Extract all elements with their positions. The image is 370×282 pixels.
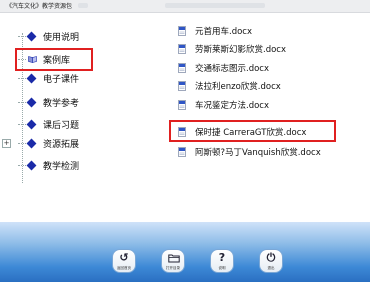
- back-home-button[interactable]: ↺ 返回首页: [112, 249, 136, 273]
- tree-item-label: 课后习题: [43, 120, 80, 131]
- tree-item-usage[interactable]: 使用说明: [18, 28, 79, 44]
- file-name: 劳斯莱斯幻影欣赏.docx: [195, 45, 287, 55]
- file-item[interactable]: 劳斯莱斯幻影欣赏.docx: [178, 42, 286, 56]
- word-document-icon: [178, 44, 186, 54]
- word-document-icon: [178, 26, 186, 36]
- tree-item-teaching-test[interactable]: 教学检测: [18, 157, 79, 173]
- tree-item-e-courseware[interactable]: 电子课件: [18, 70, 79, 86]
- title-bar: 《汽车文化》教学资源包: [0, 0, 370, 13]
- tree-item-label: 使用说明: [43, 32, 80, 43]
- window-title: 《汽车文化》教学资源包: [6, 3, 73, 10]
- diamond-bullet-icon: [26, 73, 37, 83]
- file-item[interactable]: 交通标志图示.docx: [178, 61, 269, 75]
- question-icon: ?: [218, 251, 226, 264]
- bottom-toolbar: ↺ 返回首页 打开目录 ? 说明 ⏻ 退出: [0, 222, 370, 282]
- diamond-bullet-icon: [26, 97, 37, 107]
- selection-highlight: [15, 48, 93, 71]
- button-caption: 打开目录: [166, 266, 180, 270]
- tree-item-label: 资源拓展: [43, 139, 80, 150]
- diamond-bullet-icon: [26, 119, 37, 129]
- file-item[interactable]: 阿斯顿?马丁Vanquish欣赏.docx: [178, 145, 321, 159]
- title-decoration: [165, 3, 265, 8]
- button-caption: 返回首页: [117, 266, 131, 270]
- diamond-bullet-icon: [26, 31, 37, 41]
- tree-item-label: 电子课件: [43, 74, 80, 85]
- diamond-bullet-icon: [26, 160, 37, 170]
- button-caption: 退出: [267, 266, 275, 270]
- file-name: 交通标志图示.docx: [195, 64, 270, 74]
- file-item[interactable]: 车况鉴定方法.docx: [178, 98, 269, 112]
- tree-item-exercises[interactable]: 课后习题: [18, 116, 79, 132]
- folder-icon: [168, 254, 180, 263]
- file-name: 法拉利enzo欣赏.docx: [195, 82, 281, 92]
- tree-item-label: 教学检测: [43, 161, 80, 172]
- button-caption: 说明: [218, 266, 226, 270]
- file-item[interactable]: 元首用车.docx: [178, 24, 252, 38]
- help-button[interactable]: ? 说明: [210, 249, 234, 273]
- open-folder-button[interactable]: 打开目录: [161, 249, 185, 273]
- selection-highlight: [169, 120, 336, 142]
- tree-item-resource-extension[interactable]: 资源拓展: [18, 135, 79, 151]
- file-item[interactable]: 法拉利enzo欣赏.docx: [178, 79, 281, 93]
- file-name: 元首用车.docx: [195, 27, 253, 37]
- word-document-icon: [178, 147, 186, 157]
- exit-button[interactable]: ⏻ 退出: [259, 249, 283, 273]
- word-document-icon: [178, 63, 186, 73]
- file-name: 阿斯顿?马丁Vanquish欣赏.docx: [195, 148, 321, 158]
- refresh-back-icon: ↺: [119, 251, 129, 264]
- word-document-icon: [178, 100, 186, 110]
- tree-item-teaching-reference[interactable]: 教学参考: [18, 94, 79, 110]
- category-tree: 使用说明 案例库 电子课件 教学参考 课后习题 + 资源拓展 教学检测: [0, 18, 160, 188]
- tree-item-label: 教学参考: [43, 98, 80, 109]
- title-decoration: [78, 3, 88, 8]
- expand-toggle[interactable]: +: [2, 139, 11, 148]
- word-document-icon: [178, 81, 186, 91]
- file-name: 车况鉴定方法.docx: [195, 101, 270, 111]
- diamond-bullet-icon: [26, 138, 37, 148]
- power-icon: ⏻: [266, 251, 276, 264]
